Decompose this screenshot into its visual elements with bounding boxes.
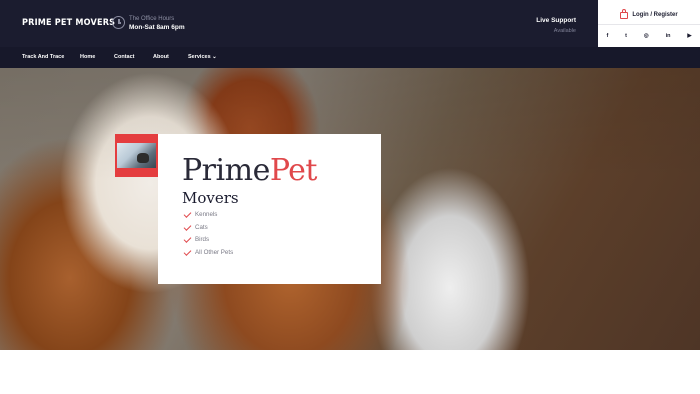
social-links: f t ◎ in ▶ — [598, 24, 700, 47]
hero-title-pet: Pet — [269, 153, 318, 188]
youtube-icon[interactable]: ▶ — [687, 33, 691, 39]
feature-label: All Other Pets — [195, 248, 234, 256]
top-header: PRIME PET MOVERS The Office Hours Mon-Sa… — [0, 0, 700, 47]
feature-label: Kennels — [195, 211, 218, 218]
login-register-label: Login / Register — [632, 12, 678, 18]
twitter-icon[interactable]: t — [625, 33, 627, 39]
hero-subtitle: Movers — [182, 189, 239, 207]
instagram-icon[interactable]: ◎ — [644, 33, 649, 39]
live-support-title: Live Support — [536, 17, 576, 24]
hero-title-prime: Prime — [182, 153, 270, 188]
brand-logo[interactable]: PRIME PET MOVERS — [22, 18, 115, 28]
hero-thumbnail — [115, 134, 158, 177]
office-hours-value: Mon-Sat 8am 6pm — [129, 24, 185, 31]
account-panel: Login / Register f t ◎ in ▶ — [598, 0, 700, 47]
live-support-status: Available — [553, 28, 576, 34]
office-hours-label: The Office Hours — [129, 16, 175, 22]
lock-icon — [620, 8, 629, 19]
nav-item-home[interactable]: Home — [80, 54, 95, 60]
login-register-link[interactable]: Login / Register — [598, 8, 700, 22]
hero-title: PrimePet — [182, 156, 317, 186]
feature-label: Cats — [195, 223, 208, 231]
nav-item-about[interactable]: About — [153, 54, 169, 60]
clock-icon — [112, 16, 125, 29]
nav-item-track-and-trace[interactable]: Track And Trace — [22, 54, 64, 60]
nav-item-contact[interactable]: Contact — [114, 54, 134, 60]
pet-carrier-image — [117, 143, 156, 168]
facebook-icon[interactable]: f — [606, 33, 608, 39]
feature-label: Birds — [195, 236, 210, 243]
live-support: Live Support Available — [536, 17, 576, 34]
nav-item-services[interactable]: Services ⌄ — [188, 54, 217, 60]
linkedin-icon[interactable]: in — [666, 33, 671, 39]
main-nav: Track And Trace Home Contact About Servi… — [0, 47, 700, 68]
